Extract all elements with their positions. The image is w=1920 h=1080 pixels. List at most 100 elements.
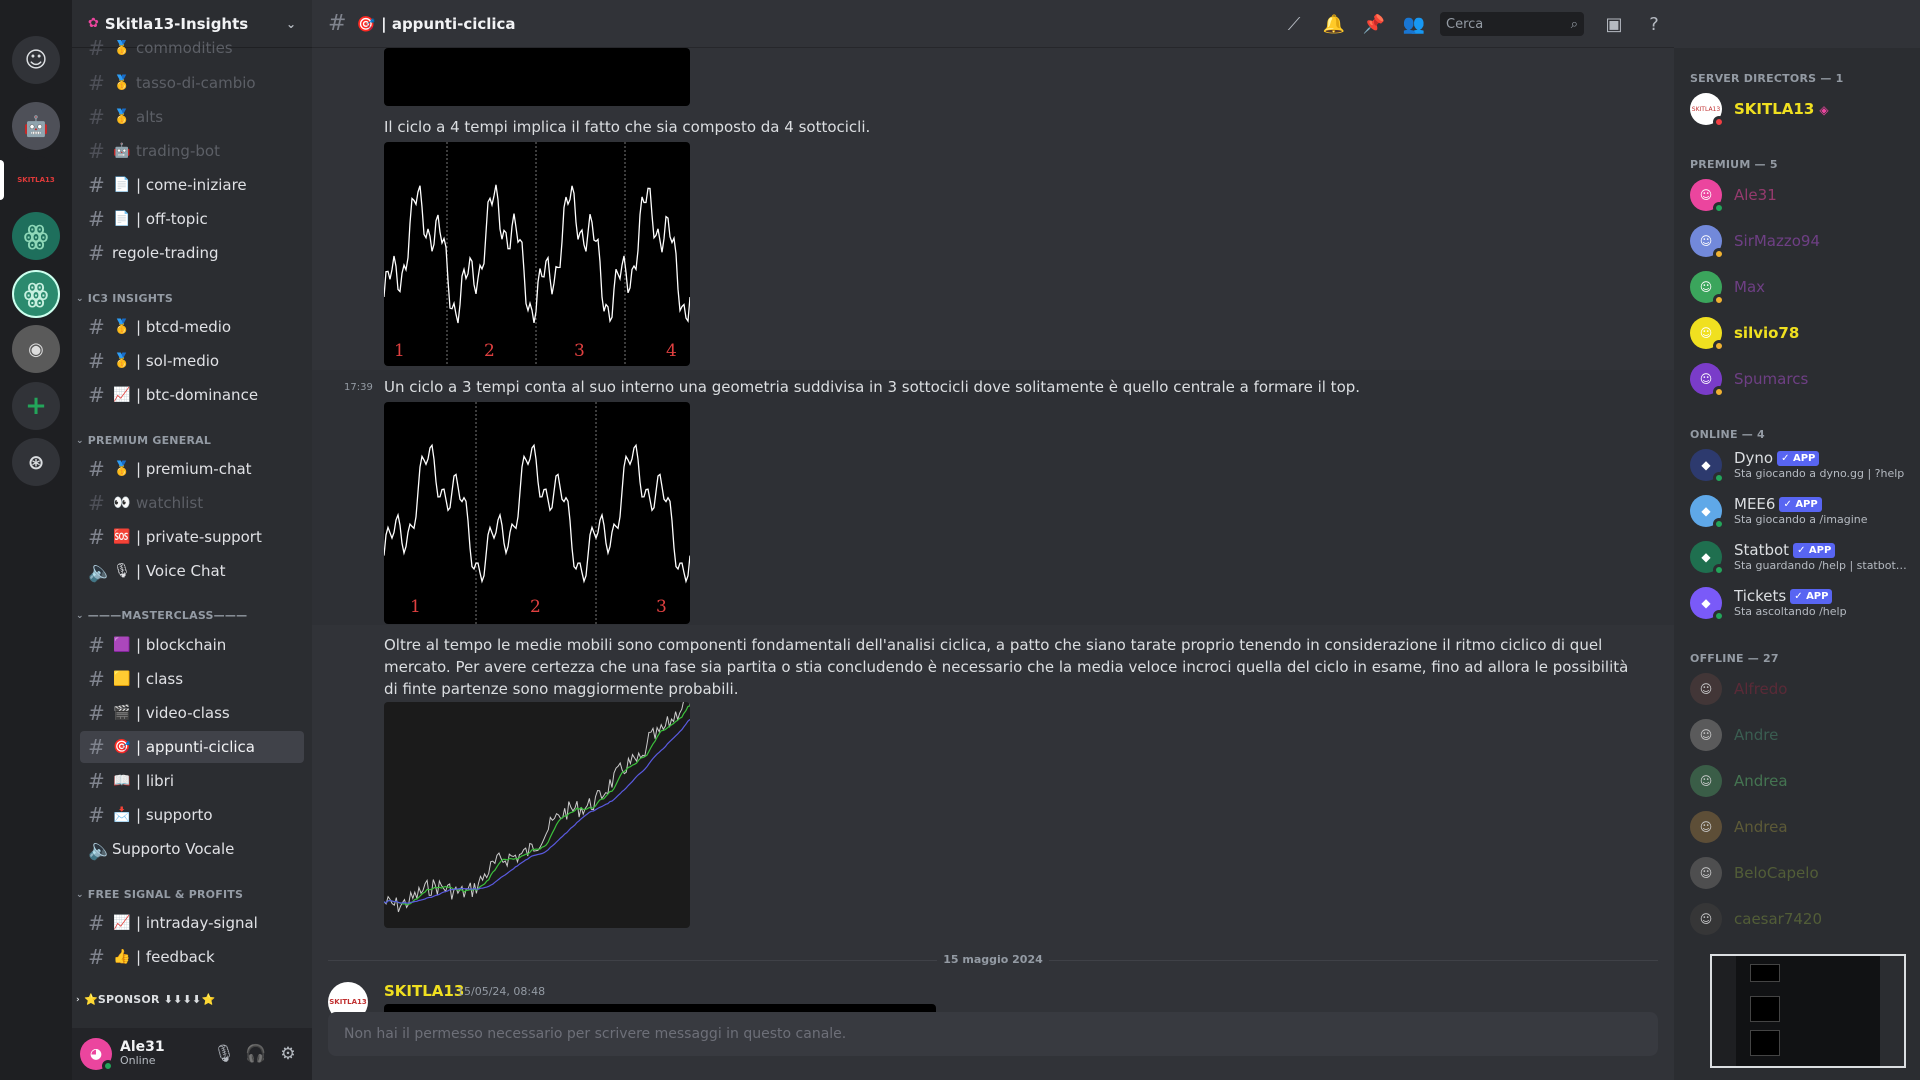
user-panel: ◕ Ale31 Online 🎙 🎧 ⚙	[72, 1028, 312, 1080]
server-skitla13-icon[interactable]: SKITLA13	[12, 156, 60, 204]
server-robot-icon[interactable]: 🤖	[12, 102, 60, 150]
avatar: ☺	[1690, 179, 1725, 214]
voice-channel-supporto-vocale[interactable]: 🔈 Supporto Vocale	[80, 833, 304, 865]
channel-trading-bot[interactable]: # 🤖 trading-bot	[80, 135, 304, 167]
member-item[interactable]: ☺ Andrea	[1690, 760, 1910, 802]
member-item[interactable]: ☺ Andrea	[1690, 806, 1910, 848]
category-ic3-insights[interactable]: ⌄ IC3 INSIGHTS	[76, 292, 173, 305]
avatar: ☺	[1690, 673, 1722, 705]
discord-home-icon[interactable]: ☺	[12, 36, 60, 84]
online-status-dot	[1713, 472, 1725, 484]
server-green-1-icon[interactable]: ꙮ	[12, 212, 60, 260]
channel-off-topic[interactable]: # 📄 | off-topic	[80, 203, 304, 235]
channel-come-iniziare[interactable]: # 📄 | come-iniziare	[80, 169, 304, 201]
channel-title: | appunti-ciclica	[381, 14, 516, 33]
cycle-label: 4	[666, 341, 677, 361]
cycle-4-image[interactable]: 1 2 3 4	[384, 142, 690, 366]
channel-video-class[interactable]: # 🎬 | video-class	[80, 697, 304, 729]
avatar[interactable]: SKITLA13	[328, 982, 368, 1016]
online-status-dot	[102, 1060, 114, 1072]
user-info[interactable]: Ale31 Online	[120, 1040, 208, 1068]
threads-icon[interactable]: ⟋	[1274, 14, 1314, 35]
member-item[interactable]: ◆ MEE6 ✓ APP Sta giocando a /imagine	[1690, 490, 1910, 532]
hash-icon: #	[328, 11, 347, 36]
message-image-previous[interactable]	[384, 48, 690, 106]
add-server-icon[interactable]: +	[12, 382, 60, 430]
member-item[interactable]: ☺ Max	[1690, 266, 1910, 308]
member-item[interactable]: ◆ Statbot ✓ APP Sta guardando /help | sta…	[1690, 536, 1910, 578]
category-masterclass[interactable]: ⌄ ———MASTERCLASS———	[76, 609, 247, 622]
channel-blockchain[interactable]: # 🟪 | blockchain	[80, 629, 304, 661]
moving-average-chart-image[interactable]	[384, 702, 690, 928]
member-name: BeloCapelo	[1734, 865, 1819, 881]
screen-share-preview[interactable]	[1710, 954, 1906, 1068]
channel-btcd-medio[interactable]: # 🥇 | btcd-medio	[80, 311, 304, 343]
avatar: ◆	[1690, 541, 1725, 576]
member-item[interactable]: ◆ Tickets ✓ APP Sta ascoltando /help	[1690, 582, 1910, 624]
channel-sidebar: ✿ Skitla13-Insights ⌄ # 🥇 commodities # 🥇 ta…	[72, 0, 312, 1080]
message-list: Il ciclo a 4 tempi implica il fatto che …	[312, 48, 1674, 1016]
bell-icon[interactable]: 🔔	[1314, 14, 1354, 35]
channel-class[interactable]: # 🟨 | class	[80, 663, 304, 695]
member-item[interactable]: SKITLA13 SKITLA13 ◈	[1690, 88, 1910, 130]
category-free-signal[interactable]: ⌄ FREE SIGNAL & PROFITS	[76, 888, 243, 901]
member-item[interactable]: ☺ caesar7420	[1690, 898, 1910, 940]
member-name: Andre	[1734, 727, 1779, 743]
avatar: ☺	[1690, 811, 1722, 843]
help-icon[interactable]: ?	[1634, 14, 1674, 35]
app-badge: ✓ APP	[1777, 450, 1820, 466]
channel-alts[interactable]: # 🥇 alts	[80, 101, 304, 133]
chevron-down-icon[interactable]: ⌄	[286, 17, 296, 31]
channel-tasso-di-cambio[interactable]: # 🥇 tasso-di-cambio	[80, 67, 304, 99]
server-green-2-icon[interactable]: ꙮ	[12, 270, 60, 318]
channel-supporto[interactable]: # 📩 | supporto	[80, 799, 304, 831]
headphones-icon[interactable]: 🎧	[240, 1038, 272, 1070]
search-input[interactable]: Cerca ⌕	[1440, 12, 1584, 36]
voice-channel-voice-chat[interactable]: 🔈 🎙 | Voice Chat	[80, 555, 304, 587]
channel-libri[interactable]: # 📖 | libri	[80, 765, 304, 797]
member-item[interactable]: ☺ BeloCapelo	[1690, 852, 1910, 894]
member-item[interactable]: ☺ Andre	[1690, 714, 1910, 756]
status-dot	[1713, 386, 1725, 398]
status-dot	[1713, 340, 1725, 352]
user-status: Online	[120, 1054, 156, 1067]
channel-sol-medio[interactable]: # 🥇 | sol-medio	[80, 345, 304, 377]
microphone-icon[interactable]: 🎙	[208, 1038, 240, 1070]
explore-servers-icon[interactable]: ⊛	[12, 438, 60, 486]
member-item[interactable]: ☺ silvio78	[1690, 312, 1910, 354]
member-item[interactable]: ☺ Ale31	[1690, 174, 1910, 216]
message-input[interactable]: Non hai il permesso necessario per scriv…	[328, 1012, 1658, 1056]
pin-icon[interactable]: 📌	[1354, 14, 1394, 35]
cycle-label: 3	[656, 597, 667, 617]
member-item[interactable]: ◆ Dyno ✓ APP Sta giocando a dyno.gg | ?he…	[1690, 444, 1910, 486]
server-rail: ☺ 🤖 SKITLA13 ꙮ ꙮ ◉ + ⊛	[0, 0, 72, 1080]
channel-intraday-signal[interactable]: # 📈 | intraday-signal	[80, 907, 304, 939]
channel-watchlist[interactable]: # 👀 watchlist	[80, 487, 304, 519]
channel-regole-trading[interactable]: # regole-trading	[80, 237, 304, 269]
members-icon[interactable]: 👥	[1394, 14, 1434, 35]
channel-commodities[interactable]: # 🥇 commodities	[80, 40, 304, 64]
channel-premium-chat[interactable]: # 🥇 | premium-chat	[80, 453, 304, 485]
server-photo-icon[interactable]: ◉	[12, 325, 60, 373]
avatar: ☺	[1690, 225, 1725, 260]
channel-feedback[interactable]: # 👍 | feedback	[80, 941, 304, 973]
cycle-3-image[interactable]: 1 2 3	[384, 402, 690, 624]
channel-appunti-ciclica[interactable]: # 🎯 | appunti-ciclica	[80, 731, 304, 763]
channel-btc-dominance[interactable]: # 📈 | btc-dominance	[80, 379, 304, 411]
avatar[interactable]: ◕	[80, 1038, 114, 1072]
channel-emoji: 🎯	[356, 14, 376, 33]
discord-window: ☺ 🤖 SKITLA13 ꙮ ꙮ ◉ + ⊛ ✿ Skitla13-Insigh…	[0, 0, 1920, 1080]
message-author[interactable]: SKITLA13	[384, 982, 464, 1000]
member-name: Max	[1734, 279, 1766, 295]
channel-private-support[interactable]: # 🆘 | private-support	[80, 521, 304, 553]
inbox-icon[interactable]: ▣	[1594, 14, 1634, 35]
member-name: Ale31	[1734, 187, 1777, 203]
username: Ale31	[120, 1039, 165, 1055]
member-item[interactable]: ☺ Alfredo	[1690, 668, 1910, 710]
category-sponsor[interactable]: › ⭐SPONSOR ⬇⬇⬇⬇⭐	[76, 993, 215, 1006]
member-item[interactable]: ☺ Spumarcs	[1690, 358, 1910, 400]
gear-icon[interactable]: ⚙	[272, 1038, 304, 1070]
member-item[interactable]: ☺ SirMazzo94	[1690, 220, 1910, 262]
cycle-label: 2	[484, 341, 495, 361]
category-premium-general[interactable]: ⌄ PREMIUM GENERAL	[76, 434, 211, 447]
